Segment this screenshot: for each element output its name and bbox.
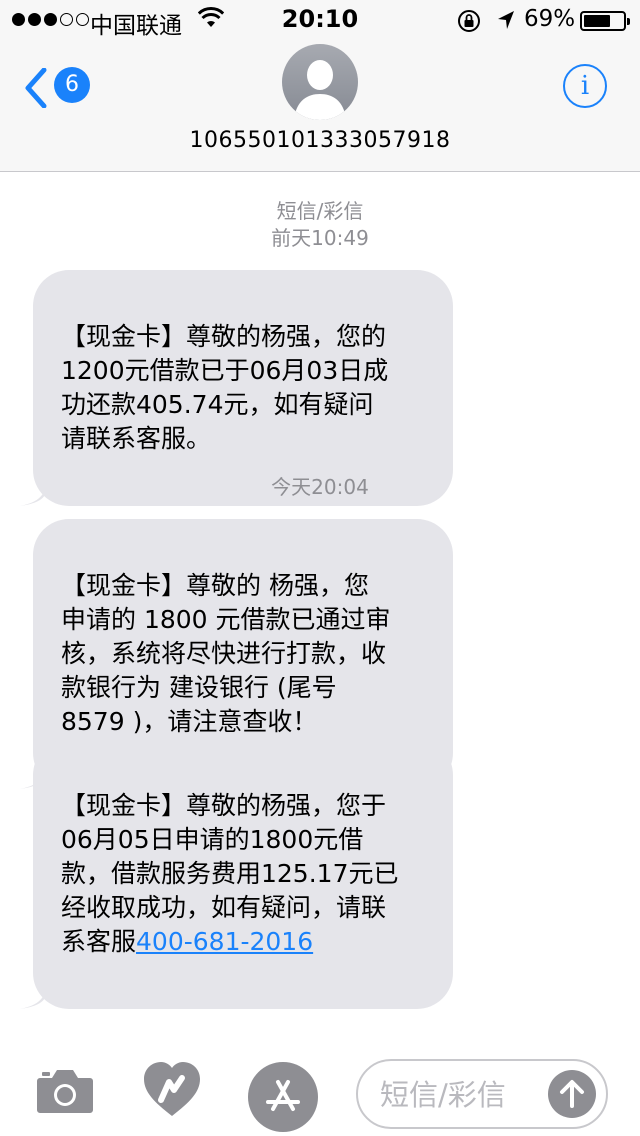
app-store-icon <box>266 1080 300 1111</box>
message-timestamp: 前天10:49 <box>271 226 369 250</box>
message-input[interactable] <box>380 1073 550 1117</box>
contact-number[interactable]: 106550101333057918 <box>0 128 640 153</box>
battery-icon <box>580 11 630 31</box>
camera-button[interactable] <box>36 1068 94 1118</box>
message-bubble[interactable]: 【现金卡】尊敬的杨强，您的 1200元借款已于06月03日成 功还款405.74… <box>20 270 453 506</box>
unread-count-badge: 6 <box>54 67 90 103</box>
message-bubble[interactable]: 【现金卡】尊敬的杨强，您于 06月05日申请的1800元借 款，借款服务费用12… <box>20 739 453 1009</box>
message-text: 【现金卡】尊敬的 杨强，您 申请的 1800 元借款已通过审 核，系统将尽快进行… <box>61 571 391 736</box>
message-input-bar <box>0 1040 640 1136</box>
message-text: 【现金卡】尊敬的杨强，您的 1200元借款已于06月03日成 功还款405.74… <box>61 322 389 453</box>
message-timestamp: 今天20:04 <box>271 475 369 499</box>
contact-avatar[interactable] <box>282 44 358 120</box>
rotation-lock-icon <box>457 9 481 39</box>
camera-icon <box>37 1070 93 1113</box>
arrow-up-icon <box>560 1080 584 1108</box>
send-button[interactable] <box>548 1070 596 1118</box>
info-button[interactable]: i <box>563 64 607 108</box>
person-icon <box>294 60 346 120</box>
battery-percent: 69% <box>524 6 576 32</box>
app-store-button[interactable] <box>248 1062 318 1132</box>
status-bar: 中国联通 20:10 69% <box>0 0 640 40</box>
chevron-left-icon <box>25 68 47 108</box>
location-arrow-icon <box>496 9 516 37</box>
battery-level <box>584 15 611 27</box>
messages-screen: 中国联通 20:10 69% 6 106550101333057918 i 短信… <box>0 0 640 1136</box>
conversation-header: 6 106550101333057918 i <box>0 40 640 172</box>
phone-number-link[interactable]: 400-681-2016 <box>136 927 313 956</box>
back-button[interactable]: 6 <box>20 64 100 110</box>
heart-hands-icon <box>144 1062 200 1116</box>
conversation-type-label: 短信/彩信 <box>276 199 364 223</box>
info-icon: i <box>580 71 590 101</box>
digital-touch-button[interactable] <box>142 1060 202 1124</box>
message-field[interactable] <box>356 1059 608 1129</box>
